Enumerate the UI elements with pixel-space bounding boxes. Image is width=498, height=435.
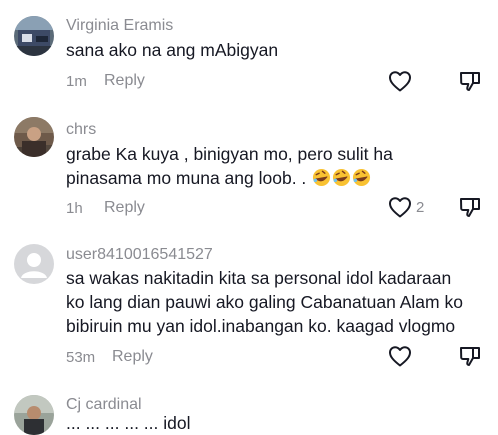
rolling-laughing-emoji: [353, 168, 371, 187]
emoji-group: [311, 168, 371, 188]
reply-button[interactable]: Reply: [112, 348, 153, 366]
thumbs-down-outline-icon[interactable]: [458, 69, 482, 93]
reply-button[interactable]: Reply: [104, 72, 145, 90]
comment-item: chrs grabe Ka kuya , binigyan mo, pero s…: [0, 100, 498, 235]
thumbs-down-outline-icon[interactable]: [458, 344, 482, 368]
comment-username[interactable]: Virginia Eramis: [66, 17, 173, 35]
avatar[interactable]: [14, 16, 54, 56]
comment-username[interactable]: user8410016541527: [66, 246, 213, 264]
comment-text-line: ko lang dian pauwi ako galing Cabanatuan…: [66, 292, 463, 312]
comment-text-line: pinasama mo muna ang loob. .: [66, 168, 307, 188]
thumbs-down-outline-icon[interactable]: [458, 195, 482, 219]
comment-text-line: sana ako na ang mAbigyan: [66, 40, 279, 60]
like-count: 2: [416, 199, 425, 216]
comment-text: grabe Ka kuya , binigyan mo, pero sulit …: [66, 142, 486, 190]
avatar[interactable]: [14, 244, 54, 284]
comment-item: user8410016541527 sa wakas nakitadin kit…: [0, 235, 498, 385]
comment-text-line: grabe Ka kuya , binigyan mo, pero sulit …: [66, 144, 393, 164]
comment-timestamp: 1h: [66, 200, 83, 217]
comment-text: sa wakas nakitadin kita sa personal idol…: [66, 266, 486, 338]
comment-text-line: sa wakas nakitadin kita sa personal idol…: [66, 268, 452, 288]
comment-username[interactable]: chrs: [66, 121, 96, 139]
comment-text: sana ako na ang mAbigyan: [66, 38, 486, 62]
comment-item: Virginia Eramis sana ako na ang mAbigyan…: [0, 0, 498, 100]
comment-username[interactable]: Cj cardinal: [66, 396, 142, 414]
heart-outline-icon[interactable]: [388, 345, 412, 367]
comment-text: ... ... ... ... ... idol: [66, 413, 191, 433]
avatar[interactable]: [14, 117, 54, 157]
reply-button[interactable]: Reply: [104, 199, 145, 217]
avatar[interactable]: [14, 395, 54, 435]
heart-outline-icon[interactable]: [388, 196, 412, 218]
comment-timestamp: 53m: [66, 349, 96, 366]
comment-text-line: bibiruin mu yan idol.inabangan ko. kaaga…: [66, 316, 456, 336]
rolling-laughing-emoji: [313, 168, 331, 187]
comment-timestamp: 1m: [66, 73, 87, 90]
heart-outline-icon[interactable]: [388, 70, 412, 92]
rolling-laughing-emoji: [333, 168, 351, 187]
